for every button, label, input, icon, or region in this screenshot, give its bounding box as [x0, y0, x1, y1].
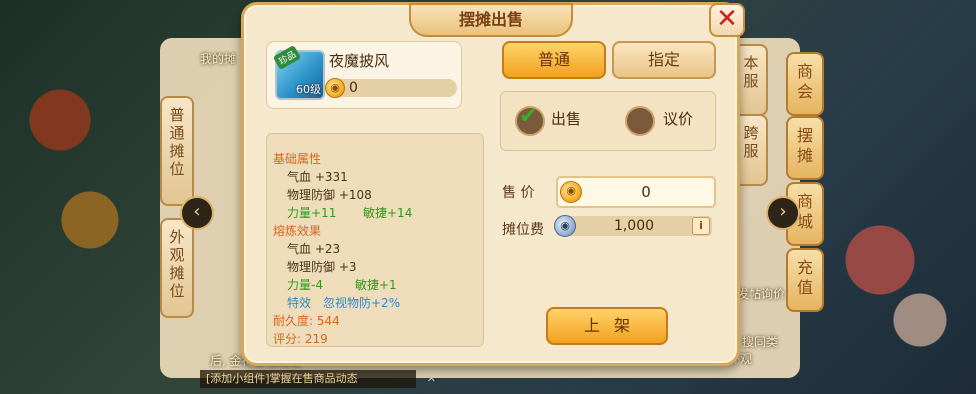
refine-title: 熔炼效果 [273, 224, 322, 238]
add-widget-text: [添加小组件]掌握在售商品动态 [206, 372, 358, 385]
close-widget-icon[interactable]: ✕ [427, 370, 436, 388]
fee-bar: ◉ 1,000 i [554, 215, 712, 237]
tab-normal-stall[interactable]: 普通摊位 [160, 96, 194, 206]
item-price: 0 [349, 80, 358, 96]
close-icon[interactable]: ✕ [709, 3, 745, 37]
base-attr-pdef: 物理防御 +108 [287, 188, 372, 202]
tab-cross-server-label: 跨服 [743, 124, 759, 160]
base-bonus-agi: 敏捷+14 [363, 206, 413, 220]
search-same-button[interactable]: 搜同类 [742, 333, 778, 350]
radio-negotiate-label: 议价 [663, 110, 694, 128]
special-effect: 忽视物防+2% [323, 296, 401, 310]
nav-guild-market-label: 商会 [796, 62, 813, 101]
sell-mode-box: 出售 议价 [500, 91, 716, 151]
arrow-left-icon[interactable]: ‹ [180, 196, 214, 230]
tab-normal[interactable]: 普通 [502, 41, 606, 79]
radio-sell[interactable] [515, 104, 545, 136]
fee-label: 摊位费 [502, 222, 544, 238]
score: 评分: 219 [273, 332, 328, 346]
fee-value: 1,000 [613, 218, 655, 234]
radio-negotiate[interactable] [625, 106, 655, 136]
arrow-right-icon[interactable]: › [766, 196, 800, 230]
item-card: 珍品 60级 夜魔披风 ◉ 0 [266, 41, 462, 109]
nav-recharge[interactable]: 充值 [786, 248, 824, 312]
dialog-title: 摆摊出售 [409, 3, 573, 37]
nav-stall[interactable]: 摆摊 [786, 116, 824, 180]
refine-bonus-agi: 敏捷+1 [355, 278, 397, 292]
tab-appearance-stall-label: 外观摊位 [169, 228, 185, 300]
add-widget-bar[interactable]: [添加小组件]掌握在售商品动态 ✕ [200, 370, 436, 388]
special-label: 特效 [287, 296, 312, 310]
tab-appearance-stall[interactable]: 外观摊位 [160, 218, 194, 318]
refine-pdef: 物理防御 +3 [287, 260, 357, 274]
tab-designated[interactable]: 指定 [612, 41, 716, 79]
item-attributes: 基础属性 气血 +331 物理防御 +108 力量+11 敏捷+14 熔炼效果 … [266, 133, 484, 347]
tab-this-server-label: 本服 [743, 54, 759, 90]
info-icon[interactable]: i [692, 217, 710, 235]
refine-bonus-str: 力量-4 [287, 278, 323, 292]
silver-coin-icon: ◉ [554, 215, 576, 237]
gold-coin-icon: ◉ [325, 78, 345, 98]
post-ask-price-button[interactable]: 发帖询价 [737, 285, 785, 302]
radio-sell-label: 出售 [551, 110, 582, 128]
price-label: 售 价 [502, 185, 535, 201]
cloak-icon[interactable]: 珍品 60级 [272, 45, 325, 100]
nav-stall-label: 摆摊 [796, 126, 813, 165]
stall-sell-dialog: 摆摊出售 ✕ 珍品 60级 夜魔披风 ◉ 0 基础属性 气血 +331 物理防御… [241, 2, 745, 366]
base-attr-title: 基础属性 [273, 152, 322, 166]
price-value: 0 [641, 183, 651, 201]
list-item-button[interactable]: 上架 [546, 307, 668, 345]
nav-recharge-label: 充值 [796, 258, 813, 297]
refine-hp: 气血 +23 [287, 242, 341, 256]
my-stall-label: 我的摊 [200, 52, 237, 66]
gold-coin-icon: ◉ [560, 181, 582, 203]
base-attr-hp: 气血 +331 [287, 170, 348, 184]
item-price-bar: ◉ 0 [325, 78, 457, 98]
nav-guild-market[interactable]: 商会 [786, 52, 824, 116]
base-bonus-str: 力量+11 [287, 206, 337, 220]
tab-normal-stall-label: 普通摊位 [169, 106, 185, 178]
item-name: 夜魔披风 [329, 52, 390, 70]
durability: 耐久度: 544 [273, 314, 340, 328]
price-input[interactable]: ◉ 0 [556, 176, 716, 208]
rare-tag: 珍品 [272, 45, 302, 70]
item-level: 60级 [296, 83, 321, 96]
